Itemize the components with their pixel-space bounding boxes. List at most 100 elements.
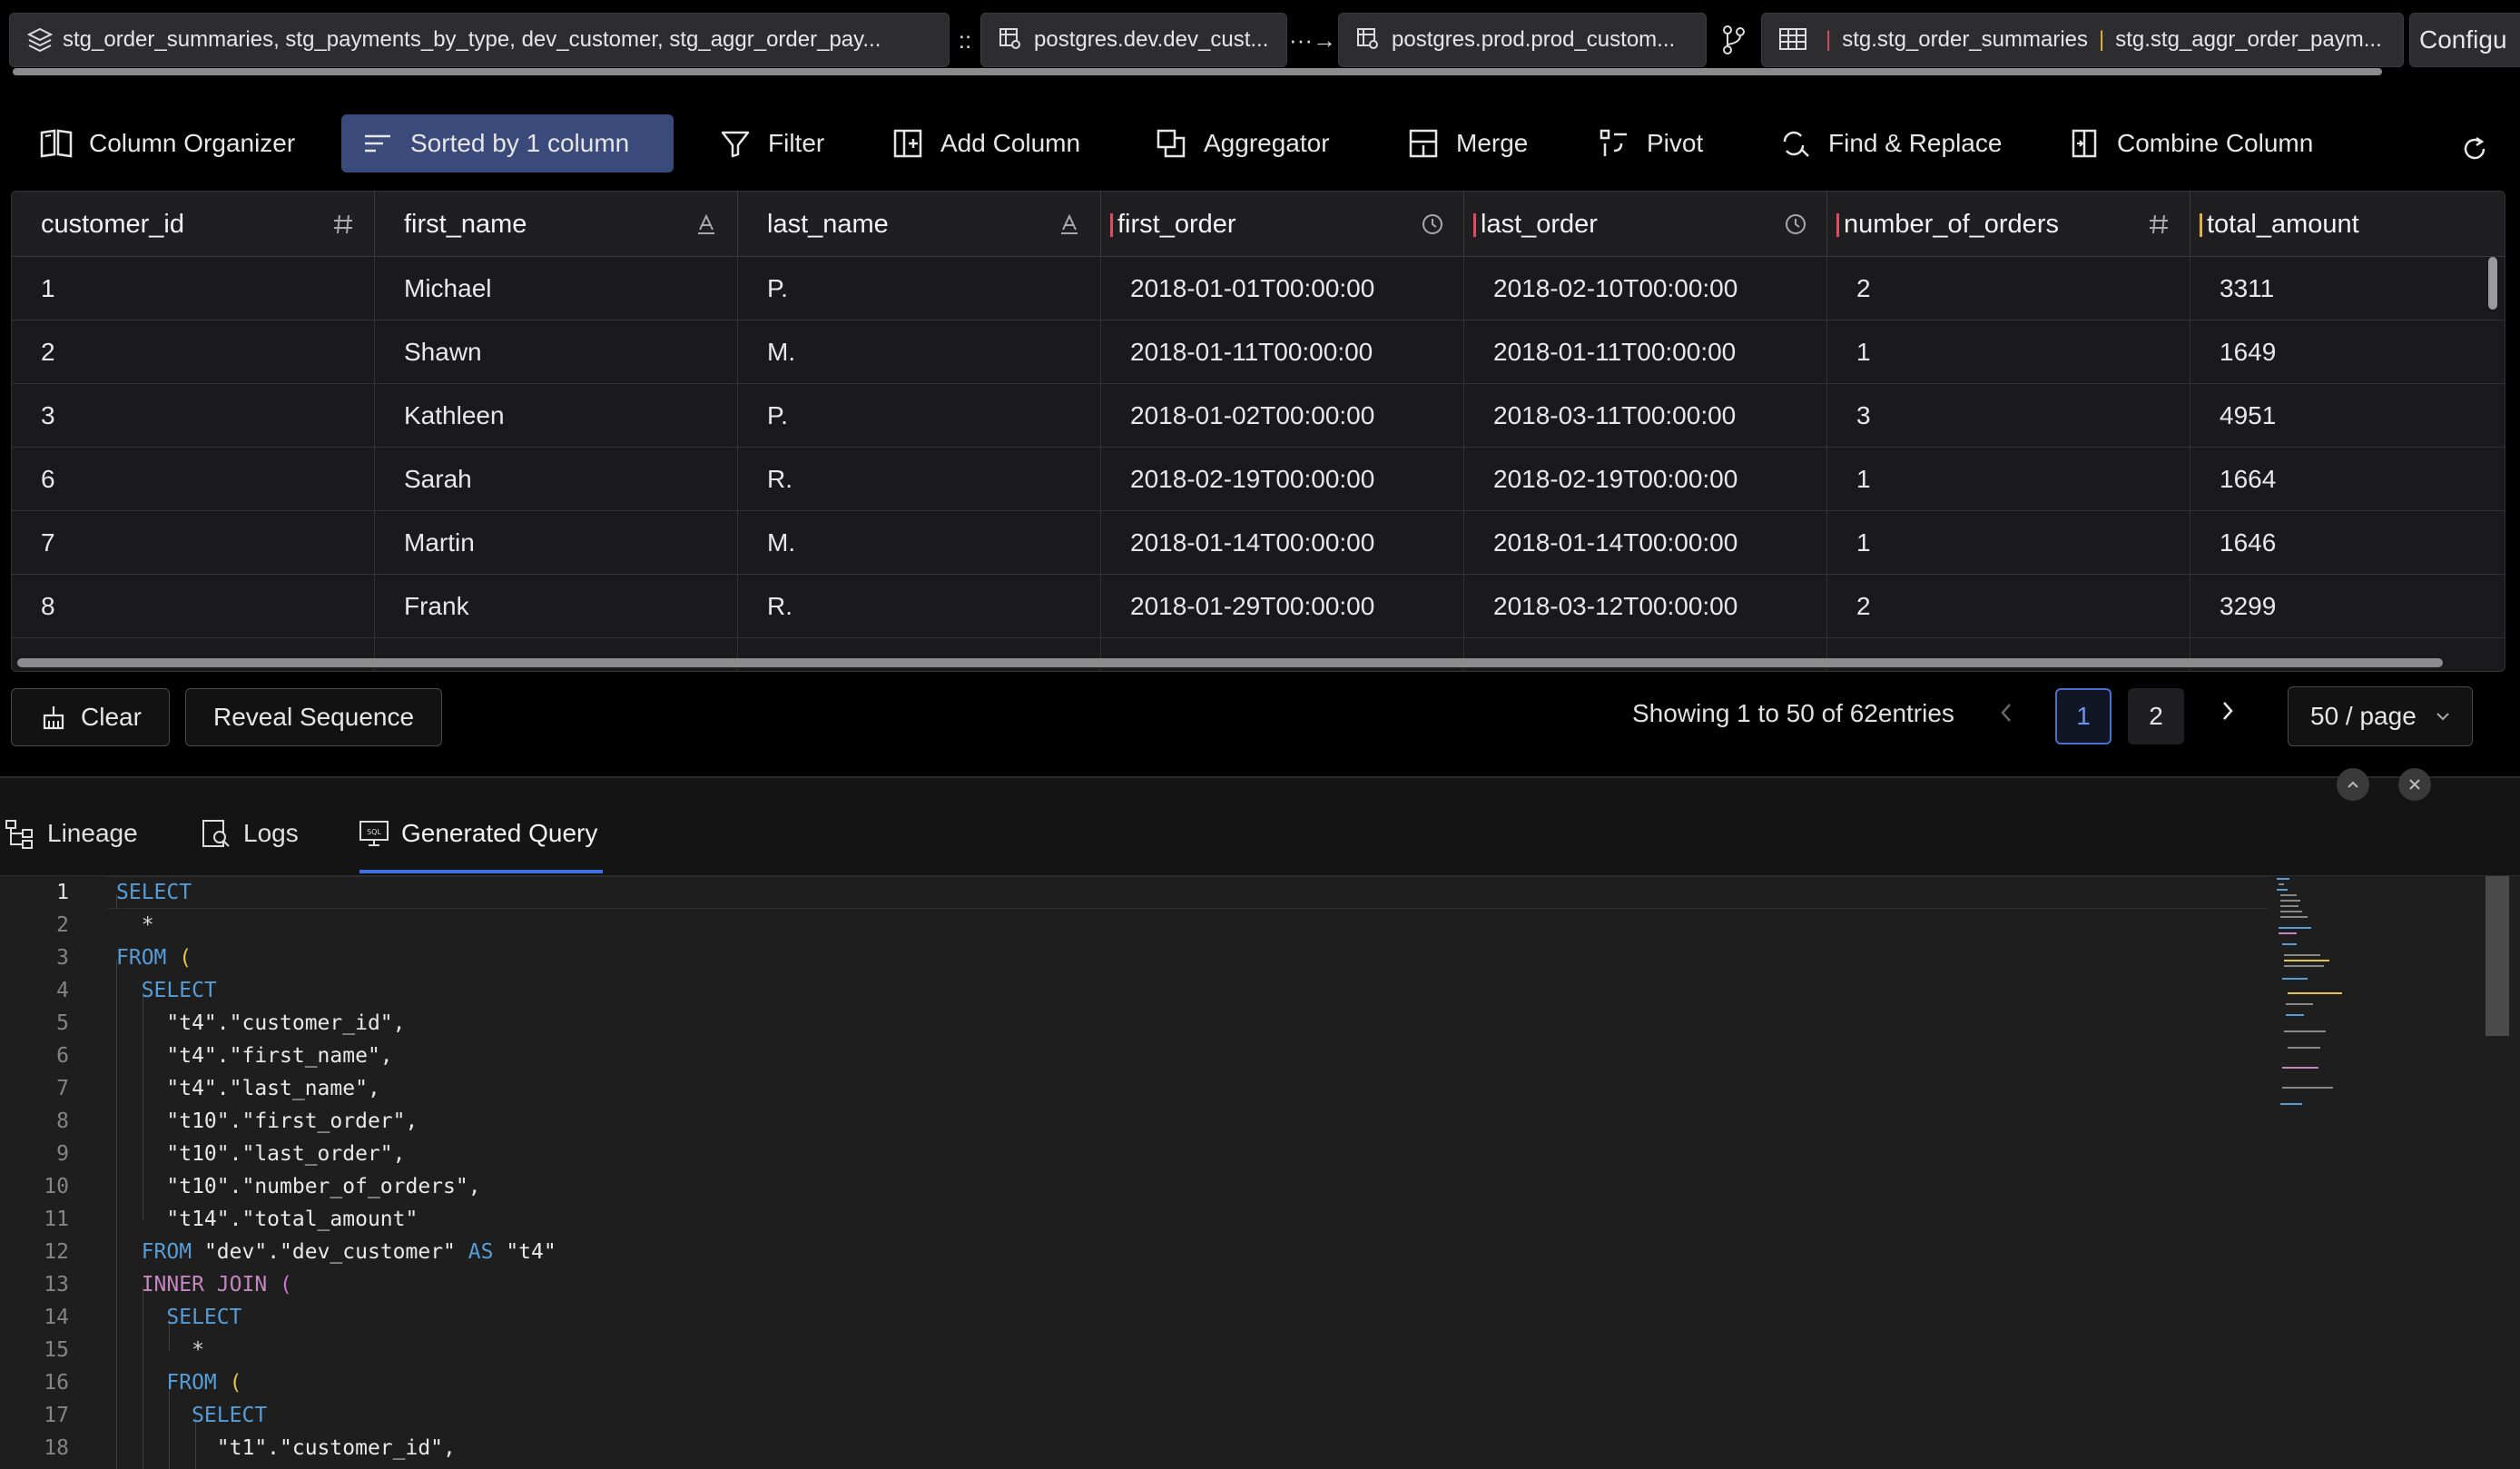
tab-query-models[interactable]: stg_order_summaries, stg_payments_by_typ… (9, 13, 950, 67)
cell-first-order[interactable]: 2018-02-19T00:00:00 (1101, 448, 1464, 511)
sorted-by-button[interactable]: Sorted by 1 column (341, 114, 674, 173)
cell-last-name[interactable]: M. (738, 320, 1101, 384)
aggregator-button[interactable]: Aggregator (1135, 114, 1348, 173)
cell-first-order[interactable]: 2018-01-29T00:00:00 (1101, 575, 1464, 638)
branch-icon[interactable] (1716, 13, 1752, 67)
cell-last-name[interactable]: P. (738, 257, 1101, 320)
cell-last-order[interactable]: 2018-03-11T00:00:00 (1464, 384, 1827, 448)
cell-customer-id[interactable]: 7 (12, 511, 375, 575)
table-row[interactable]: 6 Sarah R. 2018-02-19T00:00:00 2018-02-1… (12, 448, 2505, 511)
column-header-customer-id[interactable]: customer_id (12, 192, 375, 257)
cell-customer-id[interactable]: 6 (12, 448, 375, 511)
editor-vertical-scrollbar[interactable] (2486, 876, 2509, 1036)
find-replace-button[interactable]: Find & Replace (1759, 114, 2020, 173)
tab-lineage[interactable]: Lineage (4, 808, 138, 859)
tabs-scrollbar[interactable] (13, 68, 2382, 75)
column-header-number-of-orders[interactable]: number_of_orders (1827, 192, 2190, 257)
cell-number-of-orders[interactable]: 1 (1827, 448, 2190, 511)
tab-staging-tables[interactable]: | stg.stg_order_summaries | stg.stg_aggr… (1761, 13, 2404, 67)
logs-search-icon (200, 817, 232, 850)
cell-first-order[interactable]: 2018-01-11T00:00:00 (1101, 320, 1464, 384)
cell-first-name[interactable]: Frank (375, 575, 738, 638)
cell-last-order[interactable]: 2018-02-19T00:00:00 (1464, 448, 1827, 511)
tab-lineage-label: Lineage (47, 819, 138, 847)
reveal-sequence-button[interactable]: Reveal Sequence (185, 688, 443, 746)
sql-monitor-icon: SQL (358, 817, 390, 850)
column-header-last-order[interactable]: last_order (1464, 192, 1827, 257)
cell-number-of-orders[interactable]: 2 (1827, 575, 2190, 638)
column-marker (1473, 213, 1476, 237)
cell-customer-id[interactable]: 2 (12, 320, 375, 384)
page-button-2[interactable]: 2 (2128, 688, 2184, 744)
clear-button[interactable]: Clear (11, 688, 170, 746)
tab-config[interactable]: Configu (2409, 13, 2520, 67)
add-column-button[interactable]: Add Column (871, 114, 1098, 173)
grid-vertical-scrollbar[interactable] (2488, 257, 2497, 310)
cell-total-amount[interactable]: 3299 (2190, 575, 2505, 638)
cell-last-order[interactable]: 2018-03-12T00:00:00 (1464, 575, 1827, 638)
column-header-first-order[interactable]: first_order (1101, 192, 1464, 257)
tab-generated-query[interactable]: SQL Generated Query (358, 808, 597, 859)
page-size-select[interactable]: 50 / page (2288, 686, 2473, 746)
cell-first-name[interactable]: Martin (375, 511, 738, 575)
grid-horizontal-scrollbar[interactable] (17, 658, 2443, 667)
cell-last-name[interactable]: P. (738, 384, 1101, 448)
table-row[interactable]: 3 Kathleen P. 2018-01-02T00:00:00 2018-0… (12, 384, 2505, 448)
cell-first-order[interactable]: 2018-01-02T00:00:00 (1101, 384, 1464, 448)
page-button-1[interactable]: 1 (2055, 688, 2111, 744)
cell-customer-id[interactable]: 1 (12, 257, 375, 320)
cell-total-amount[interactable]: 1649 (2190, 320, 2505, 384)
merge-button[interactable]: Merge (1387, 114, 1546, 173)
table-row[interactable]: 1 Michael P. 2018-01-01T00:00:00 2018-02… (12, 257, 2505, 320)
tab-logs[interactable]: Logs (200, 808, 299, 859)
cell-last-order[interactable]: 2018-02-10T00:00:00 (1464, 257, 1827, 320)
column-header-last-name[interactable]: last_name (738, 192, 1101, 257)
cell-last-name[interactable]: M. (738, 511, 1101, 575)
query-editor[interactable]: 1 SELECT 2 * 3 FROM ( 4 SELECT 5 "t4"."cus… (0, 875, 2520, 1469)
refresh-icon[interactable] (2460, 134, 2489, 163)
table-row[interactable]: 7 Martin M. 2018-01-14T00:00:00 2018-01-… (12, 511, 2505, 575)
line-number: 9 (56, 1142, 69, 1166)
collapse-panel-icon[interactable] (2337, 768, 2369, 801)
cell-last-name[interactable]: R. (738, 575, 1101, 638)
chevron-left-icon[interactable] (1997, 699, 2015, 726)
cell-first-name[interactable]: Shawn (375, 320, 738, 384)
combine-column-button[interactable]: Combine Column (2048, 114, 2331, 173)
cell-first-name[interactable]: Michael (375, 257, 738, 320)
cell-number-of-orders[interactable]: 1 (1827, 511, 2190, 575)
filter-button[interactable]: Filter (699, 114, 842, 173)
code-line: 4 SELECT (0, 974, 2269, 1007)
column-header-first-name[interactable]: first_name (375, 192, 738, 257)
cell-first-order[interactable]: 2018-01-01T00:00:00 (1101, 257, 1464, 320)
tab-prod-customer[interactable]: postgres.prod.prod_custom... (1338, 13, 1707, 67)
code-line: 1 SELECT (0, 876, 2269, 909)
cell-first-name[interactable]: Kathleen (375, 384, 738, 448)
cell-last-name[interactable]: R. (738, 448, 1101, 511)
cell-total-amount[interactable]: 3311 (2190, 257, 2505, 320)
cell-number-of-orders[interactable]: 2 (1827, 257, 2190, 320)
cell-total-amount[interactable]: 1646 (2190, 511, 2505, 575)
column-header-total-amount[interactable]: total_amount (2190, 192, 2505, 257)
cell-customer-id[interactable]: 3 (12, 384, 375, 448)
line-number: 6 (56, 1044, 69, 1068)
cell-total-amount[interactable]: 1664 (2190, 448, 2505, 511)
column-organizer-button[interactable]: Column Organizer (20, 114, 313, 173)
table-row[interactable]: 8 Frank R. 2018-01-29T00:00:00 2018-03-1… (12, 575, 2505, 638)
code-minimap[interactable] (2269, 876, 2360, 1149)
cell-first-name[interactable]: Sarah (375, 448, 738, 511)
table-row[interactable]: 2 Shawn M. 2018-01-11T00:00:00 2018-01-1… (12, 320, 2505, 384)
close-panel-icon[interactable] (2398, 768, 2431, 801)
sorted-by-label: Sorted by 1 column (410, 129, 630, 157)
cell-last-order[interactable]: 2018-01-14T00:00:00 (1464, 511, 1827, 575)
active-tab-indicator (359, 870, 603, 873)
code-line: 3 FROM ( (0, 942, 2269, 974)
chevron-right-icon[interactable] (2219, 697, 2237, 725)
cell-total-amount[interactable]: 4951 (2190, 384, 2505, 448)
tab-dev-customer[interactable]: postgres.dev.dev_cust... (980, 13, 1287, 67)
cell-number-of-orders[interactable]: 1 (1827, 320, 2190, 384)
cell-number-of-orders[interactable]: 3 (1827, 384, 2190, 448)
cell-customer-id[interactable]: 8 (12, 575, 375, 638)
cell-last-order[interactable]: 2018-01-11T00:00:00 (1464, 320, 1827, 384)
cell-first-order[interactable]: 2018-01-14T00:00:00 (1101, 511, 1464, 575)
pivot-button[interactable]: Pivot (1578, 114, 1721, 173)
